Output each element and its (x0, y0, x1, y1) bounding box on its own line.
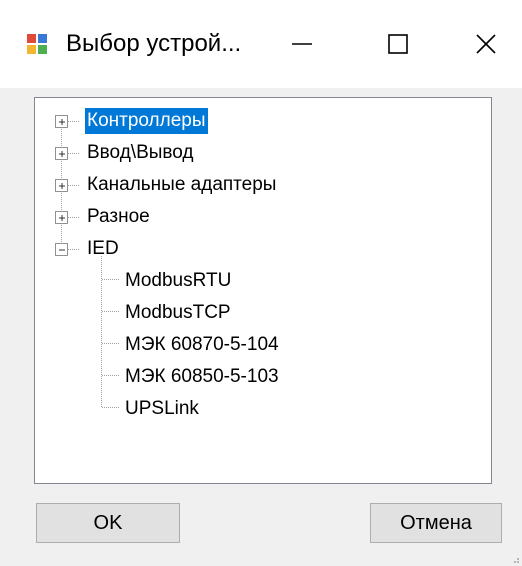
cancel-button[interactable]: Отмена (370, 503, 502, 543)
tree-node-label: Ввод\Вывод (87, 142, 194, 163)
maximize-icon (388, 34, 408, 54)
tree-node-label: МЭК 60850-5-103 (125, 366, 279, 387)
tree-node-label: Разное (87, 206, 150, 227)
expand-icon[interactable] (55, 147, 68, 160)
tree-node[interactable]: Ввод\Вывод (85, 139, 196, 167)
expand-icon[interactable] (55, 179, 68, 192)
close-icon (476, 34, 496, 54)
maximize-button[interactable] (370, 16, 426, 72)
tree-node[interactable]: ModbusRTU (123, 267, 233, 295)
window-title: Выбор устрой... (66, 30, 242, 57)
title-bar[interactable]: Выбор устрой... (0, 0, 522, 88)
expand-icon[interactable] (55, 115, 68, 128)
tree-node-label: Канальные адаптеры (87, 174, 277, 195)
tree-node[interactable]: Разное (85, 203, 152, 231)
tree-node-label: Контроллеры (85, 108, 208, 134)
tree-node[interactable]: Контроллеры (85, 107, 208, 135)
tree-node-label: ModbusTCP (125, 302, 231, 323)
tree-node[interactable]: IED (85, 235, 121, 263)
tree-node-label: IED (87, 238, 119, 259)
tree-node[interactable]: МЭК 60850-5-103 (123, 363, 281, 391)
resize-grip-icon[interactable] (510, 554, 520, 564)
tree-node[interactable]: МЭК 60870-5-104 (123, 331, 281, 359)
minimize-button[interactable] (274, 16, 330, 72)
tree-node[interactable]: UPSLink (123, 395, 201, 423)
device-select-dialog: Выбор устрой... Контроллеры Ввод\Вывод К… (0, 0, 522, 566)
expand-icon[interactable] (55, 211, 68, 224)
close-button[interactable] (458, 16, 514, 72)
tree-node-label: МЭК 60870-5-104 (125, 334, 279, 355)
tree-node-label: ModbusRTU (125, 270, 232, 291)
minimize-icon (292, 43, 312, 45)
tree-node[interactable]: Канальные адаптеры (85, 171, 278, 199)
ok-button[interactable]: OK (36, 503, 180, 543)
window-app-icon (27, 34, 47, 54)
tree-node[interactable]: ModbusTCP (123, 299, 233, 327)
tree-node-label: UPSLink (125, 398, 199, 419)
device-tree[interactable]: Контроллеры Ввод\Вывод Канальные адаптеры Р… (34, 97, 492, 484)
collapse-icon[interactable] (55, 243, 68, 256)
